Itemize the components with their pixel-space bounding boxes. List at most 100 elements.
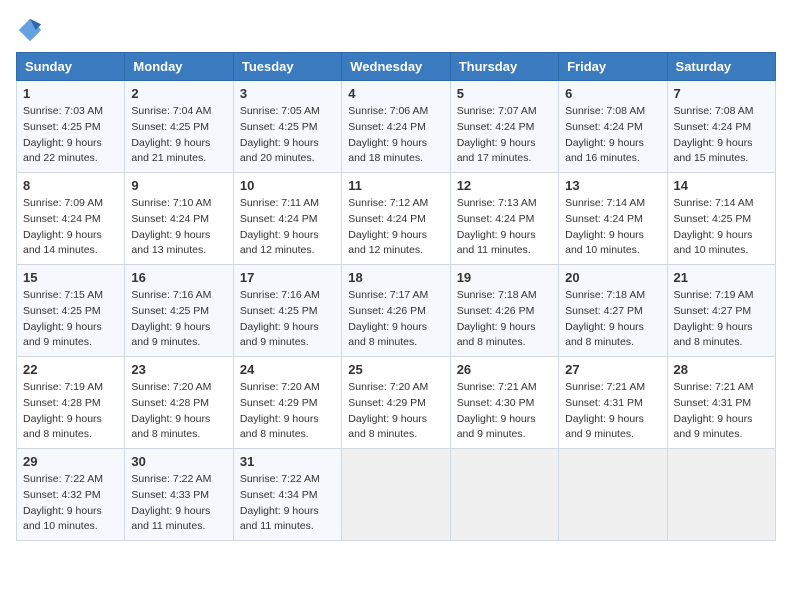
calendar-cell <box>342 449 450 541</box>
day-number: 29 <box>23 454 118 469</box>
day-info: Sunrise: 7:20 AMSunset: 4:29 PMDaylight:… <box>348 381 428 440</box>
day-info: Sunrise: 7:16 AMSunset: 4:25 PMDaylight:… <box>131 289 211 348</box>
day-number: 23 <box>131 362 226 377</box>
day-info: Sunrise: 7:03 AMSunset: 4:25 PMDaylight:… <box>23 105 103 164</box>
day-number: 16 <box>131 270 226 285</box>
day-info: Sunrise: 7:06 AMSunset: 4:24 PMDaylight:… <box>348 105 428 164</box>
day-number: 8 <box>23 178 118 193</box>
calendar-week-1: 1 Sunrise: 7:03 AMSunset: 4:25 PMDayligh… <box>17 81 776 173</box>
calendar-cell: 20 Sunrise: 7:18 AMSunset: 4:27 PMDaylig… <box>559 265 667 357</box>
day-info: Sunrise: 7:18 AMSunset: 4:27 PMDaylight:… <box>565 289 645 348</box>
calendar-cell: 30 Sunrise: 7:22 AMSunset: 4:33 PMDaylig… <box>125 449 233 541</box>
calendar-cell: 29 Sunrise: 7:22 AMSunset: 4:32 PMDaylig… <box>17 449 125 541</box>
calendar-cell: 24 Sunrise: 7:20 AMSunset: 4:29 PMDaylig… <box>233 357 341 449</box>
calendar-cell: 25 Sunrise: 7:20 AMSunset: 4:29 PMDaylig… <box>342 357 450 449</box>
calendar-cell: 17 Sunrise: 7:16 AMSunset: 4:25 PMDaylig… <box>233 265 341 357</box>
calendar-cell: 23 Sunrise: 7:20 AMSunset: 4:28 PMDaylig… <box>125 357 233 449</box>
calendar-cell: 31 Sunrise: 7:22 AMSunset: 4:34 PMDaylig… <box>233 449 341 541</box>
calendar-table: SundayMondayTuesdayWednesdayThursdayFrid… <box>16 52 776 541</box>
day-info: Sunrise: 7:20 AMSunset: 4:28 PMDaylight:… <box>131 381 211 440</box>
day-info: Sunrise: 7:16 AMSunset: 4:25 PMDaylight:… <box>240 289 320 348</box>
day-info: Sunrise: 7:21 AMSunset: 4:31 PMDaylight:… <box>674 381 754 440</box>
day-number: 26 <box>457 362 552 377</box>
calendar-week-4: 22 Sunrise: 7:19 AMSunset: 4:28 PMDaylig… <box>17 357 776 449</box>
calendar-cell: 6 Sunrise: 7:08 AMSunset: 4:24 PMDayligh… <box>559 81 667 173</box>
day-number: 30 <box>131 454 226 469</box>
day-number: 19 <box>457 270 552 285</box>
page-header <box>16 16 776 44</box>
day-number: 31 <box>240 454 335 469</box>
calendar-cell: 11 Sunrise: 7:12 AMSunset: 4:24 PMDaylig… <box>342 173 450 265</box>
day-info: Sunrise: 7:08 AMSunset: 4:24 PMDaylight:… <box>674 105 754 164</box>
logo-icon <box>16 16 44 44</box>
day-number: 5 <box>457 86 552 101</box>
day-number: 1 <box>23 86 118 101</box>
day-number: 2 <box>131 86 226 101</box>
calendar-cell: 3 Sunrise: 7:05 AMSunset: 4:25 PMDayligh… <box>233 81 341 173</box>
day-number: 21 <box>674 270 769 285</box>
calendar-cell: 15 Sunrise: 7:15 AMSunset: 4:25 PMDaylig… <box>17 265 125 357</box>
calendar-cell: 18 Sunrise: 7:17 AMSunset: 4:26 PMDaylig… <box>342 265 450 357</box>
day-number: 7 <box>674 86 769 101</box>
day-info: Sunrise: 7:05 AMSunset: 4:25 PMDaylight:… <box>240 105 320 164</box>
day-number: 15 <box>23 270 118 285</box>
calendar-cell: 21 Sunrise: 7:19 AMSunset: 4:27 PMDaylig… <box>667 265 775 357</box>
day-info: Sunrise: 7:09 AMSunset: 4:24 PMDaylight:… <box>23 197 103 256</box>
day-number: 22 <box>23 362 118 377</box>
day-number: 17 <box>240 270 335 285</box>
day-number: 28 <box>674 362 769 377</box>
header-day-monday: Monday <box>125 53 233 81</box>
calendar-cell <box>559 449 667 541</box>
day-info: Sunrise: 7:12 AMSunset: 4:24 PMDaylight:… <box>348 197 428 256</box>
calendar-week-3: 15 Sunrise: 7:15 AMSunset: 4:25 PMDaylig… <box>17 265 776 357</box>
calendar-cell: 7 Sunrise: 7:08 AMSunset: 4:24 PMDayligh… <box>667 81 775 173</box>
day-info: Sunrise: 7:10 AMSunset: 4:24 PMDaylight:… <box>131 197 211 256</box>
header-day-tuesday: Tuesday <box>233 53 341 81</box>
day-info: Sunrise: 7:04 AMSunset: 4:25 PMDaylight:… <box>131 105 211 164</box>
day-number: 13 <box>565 178 660 193</box>
calendar-cell: 10 Sunrise: 7:11 AMSunset: 4:24 PMDaylig… <box>233 173 341 265</box>
day-number: 6 <box>565 86 660 101</box>
day-number: 18 <box>348 270 443 285</box>
calendar-cell: 9 Sunrise: 7:10 AMSunset: 4:24 PMDayligh… <box>125 173 233 265</box>
day-number: 9 <box>131 178 226 193</box>
day-info: Sunrise: 7:08 AMSunset: 4:24 PMDaylight:… <box>565 105 645 164</box>
calendar-week-2: 8 Sunrise: 7:09 AMSunset: 4:24 PMDayligh… <box>17 173 776 265</box>
calendar-cell: 28 Sunrise: 7:21 AMSunset: 4:31 PMDaylig… <box>667 357 775 449</box>
header-day-wednesday: Wednesday <box>342 53 450 81</box>
day-info: Sunrise: 7:17 AMSunset: 4:26 PMDaylight:… <box>348 289 428 348</box>
calendar-cell: 19 Sunrise: 7:18 AMSunset: 4:26 PMDaylig… <box>450 265 558 357</box>
day-info: Sunrise: 7:13 AMSunset: 4:24 PMDaylight:… <box>457 197 537 256</box>
day-number: 12 <box>457 178 552 193</box>
calendar-cell: 1 Sunrise: 7:03 AMSunset: 4:25 PMDayligh… <box>17 81 125 173</box>
calendar-cell: 22 Sunrise: 7:19 AMSunset: 4:28 PMDaylig… <box>17 357 125 449</box>
logo <box>16 16 48 44</box>
day-info: Sunrise: 7:21 AMSunset: 4:31 PMDaylight:… <box>565 381 645 440</box>
calendar-cell: 27 Sunrise: 7:21 AMSunset: 4:31 PMDaylig… <box>559 357 667 449</box>
day-info: Sunrise: 7:20 AMSunset: 4:29 PMDaylight:… <box>240 381 320 440</box>
calendar-cell: 13 Sunrise: 7:14 AMSunset: 4:24 PMDaylig… <box>559 173 667 265</box>
day-info: Sunrise: 7:21 AMSunset: 4:30 PMDaylight:… <box>457 381 537 440</box>
day-info: Sunrise: 7:14 AMSunset: 4:24 PMDaylight:… <box>565 197 645 256</box>
day-number: 11 <box>348 178 443 193</box>
calendar-cell: 14 Sunrise: 7:14 AMSunset: 4:25 PMDaylig… <box>667 173 775 265</box>
calendar-week-5: 29 Sunrise: 7:22 AMSunset: 4:32 PMDaylig… <box>17 449 776 541</box>
day-number: 14 <box>674 178 769 193</box>
calendar-cell <box>450 449 558 541</box>
day-info: Sunrise: 7:11 AMSunset: 4:24 PMDaylight:… <box>240 197 319 256</box>
calendar-cell: 2 Sunrise: 7:04 AMSunset: 4:25 PMDayligh… <box>125 81 233 173</box>
calendar-cell: 26 Sunrise: 7:21 AMSunset: 4:30 PMDaylig… <box>450 357 558 449</box>
day-number: 27 <box>565 362 660 377</box>
day-number: 10 <box>240 178 335 193</box>
header-day-friday: Friday <box>559 53 667 81</box>
calendar-cell: 4 Sunrise: 7:06 AMSunset: 4:24 PMDayligh… <box>342 81 450 173</box>
day-info: Sunrise: 7:14 AMSunset: 4:25 PMDaylight:… <box>674 197 754 256</box>
header-row: SundayMondayTuesdayWednesdayThursdayFrid… <box>17 53 776 81</box>
day-number: 20 <box>565 270 660 285</box>
calendar-body: 1 Sunrise: 7:03 AMSunset: 4:25 PMDayligh… <box>17 81 776 541</box>
day-number: 3 <box>240 86 335 101</box>
day-info: Sunrise: 7:07 AMSunset: 4:24 PMDaylight:… <box>457 105 537 164</box>
calendar-header: SundayMondayTuesdayWednesdayThursdayFrid… <box>17 53 776 81</box>
header-day-sunday: Sunday <box>17 53 125 81</box>
day-number: 25 <box>348 362 443 377</box>
